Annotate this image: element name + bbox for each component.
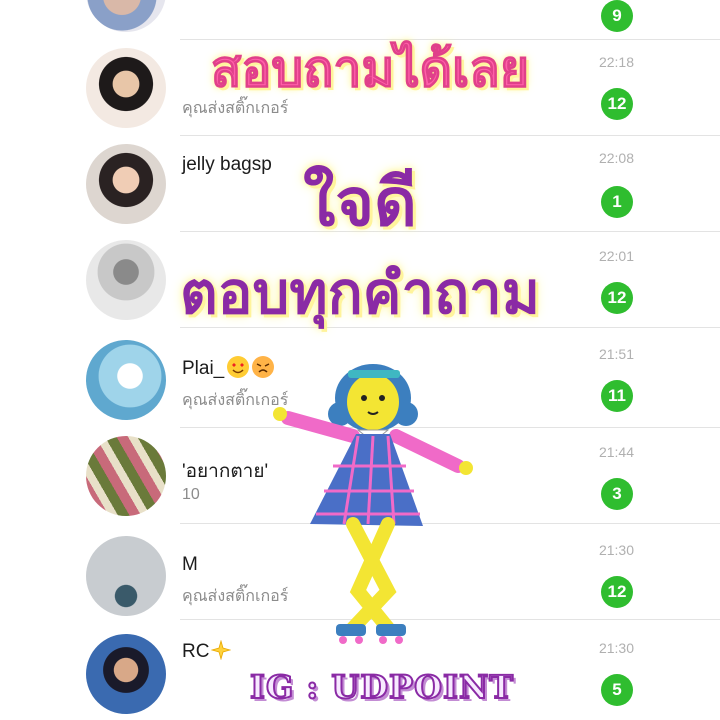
unread-badge: 5 <box>601 674 633 706</box>
chat-name-text: RC <box>182 641 210 662</box>
overlay-title-line3: ตอบทุกคำถาม <box>180 259 540 327</box>
chat-name: RC <box>182 639 232 666</box>
dancing-girl-illustration <box>273 364 473 644</box>
avatar <box>86 0 166 32</box>
chat-time: 21:30 <box>598 542 634 558</box>
overlay-title-line2: ใจดี <box>303 164 417 241</box>
unread-badge: 12 <box>601 88 633 120</box>
avatar <box>86 536 166 616</box>
avatar <box>86 340 166 420</box>
heart-eyes-emoji-icon <box>227 356 250 378</box>
unread-badge: 1 <box>601 186 633 218</box>
unread-badge: 3 <box>601 478 633 510</box>
chat-time: 22:01 <box>598 248 634 264</box>
chat-time: 21:44 <box>598 444 634 460</box>
chat-name-text: Plai_ <box>182 358 225 379</box>
overlay-title-line1: สอบถามได้เลย <box>210 40 530 99</box>
chat-time: 22:18 <box>598 54 634 70</box>
unread-badge: 12 <box>601 282 633 314</box>
avatar <box>86 436 166 516</box>
chat-name: M <box>182 554 198 575</box>
sparkle-star-icon <box>210 639 232 666</box>
chat-time: 21:30 <box>598 640 634 656</box>
chat-time: 21:51 <box>598 346 634 362</box>
unread-badge: 11 <box>601 380 633 412</box>
chat-name: jelly bagsp <box>182 154 272 175</box>
unread-badge: 12 <box>601 576 633 608</box>
chat-time: 22:08 <box>598 150 634 166</box>
avatar <box>86 144 166 224</box>
unread-badge: 9 <box>601 0 633 32</box>
avatar <box>86 634 166 714</box>
instagram-handle: IG : UDPOINT <box>249 667 514 707</box>
chat-last-message: 10 <box>182 486 200 503</box>
